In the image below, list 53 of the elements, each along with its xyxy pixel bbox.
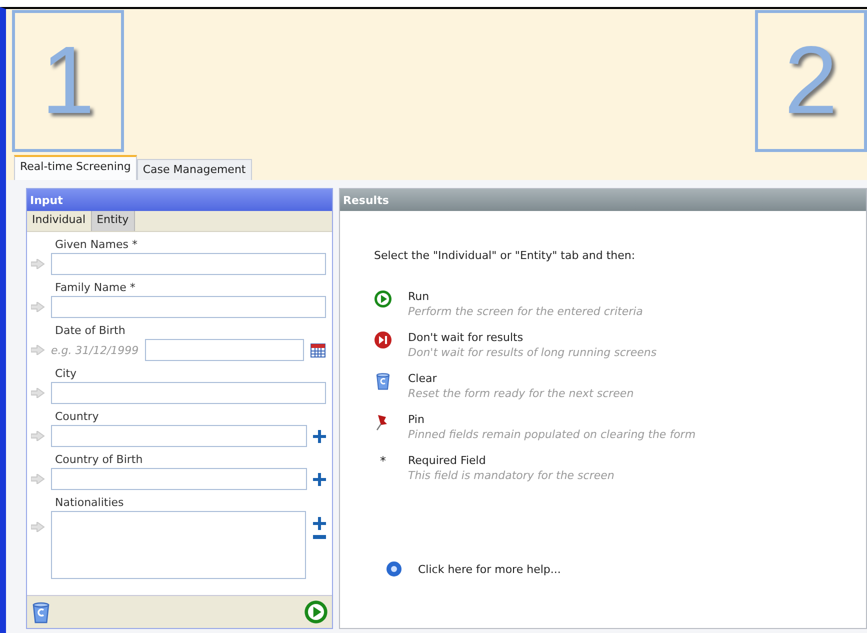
pin-arrow-icon[interactable] bbox=[31, 388, 45, 398]
remove-icon[interactable] bbox=[312, 535, 326, 539]
field-label: Date of Birth bbox=[54, 324, 126, 337]
field-label: Country of Birth bbox=[54, 453, 144, 466]
asterisk: * bbox=[380, 454, 386, 470]
pin-arrow-icon[interactable] bbox=[31, 259, 45, 269]
clear-button-icon[interactable] bbox=[31, 600, 51, 624]
add-icon[interactable] bbox=[313, 472, 326, 486]
legend-title: Required Field bbox=[408, 454, 487, 467]
field-label: Country bbox=[54, 410, 100, 423]
help-link[interactable]: Click here for more help... bbox=[418, 562, 561, 576]
legend-title: Clear bbox=[408, 372, 438, 385]
legend-description: Perform the screen for the entered criteria bbox=[408, 305, 643, 318]
legend-description: Don't wait for results of long running screens bbox=[408, 346, 657, 359]
tab[interactable]: Case Management bbox=[136, 159, 252, 180]
tab[interactable]: Real-time Screening bbox=[14, 155, 137, 180]
step-callout: 2 bbox=[755, 10, 867, 152]
field-label: Family Name * bbox=[54, 281, 136, 294]
add-icon[interactable] bbox=[312, 517, 326, 530]
pin-arrow-icon[interactable] bbox=[31, 431, 45, 441]
panel-title: Results bbox=[340, 189, 866, 211]
pin-arrow-icon[interactable] bbox=[31, 474, 45, 484]
legend-title: Pin bbox=[408, 413, 426, 426]
input-field[interactable] bbox=[51, 425, 307, 447]
legend-description: Pinned fields remain populated on clearing the form bbox=[408, 428, 696, 441]
calendar-icon[interactable] bbox=[310, 342, 326, 358]
skip-icon bbox=[374, 331, 392, 349]
run-icon bbox=[374, 290, 392, 308]
pin-arrow-icon[interactable] bbox=[31, 302, 45, 312]
clear-icon bbox=[375, 372, 391, 390]
input-field[interactable] bbox=[51, 382, 326, 404]
input-field[interactable] bbox=[51, 468, 307, 490]
pin-arrow-icon[interactable] bbox=[31, 522, 45, 532]
field-label: City bbox=[54, 367, 78, 380]
list-field[interactable] bbox=[51, 511, 306, 579]
legend-title: Don't wait for results bbox=[408, 331, 524, 344]
legend-description: Reset the form ready for the next screen bbox=[408, 387, 634, 400]
input-field[interactable] bbox=[51, 296, 326, 318]
intro-text: Select the "Individual" or "Entity" tab and then: bbox=[374, 249, 636, 262]
date-hint: e.g. 31/12/1999 bbox=[51, 344, 139, 356]
date-field[interactable] bbox=[144, 339, 304, 361]
add-icon[interactable] bbox=[313, 430, 326, 442]
field-label: Given Names * bbox=[54, 238, 139, 251]
panel-title: Input bbox=[27, 189, 332, 211]
input-field[interactable] bbox=[51, 253, 326, 275]
help-icon[interactable] bbox=[386, 561, 402, 577]
pin-arrow-icon[interactable] bbox=[31, 345, 45, 355]
field-label: Nationalities bbox=[54, 496, 125, 509]
step-callout: 1 bbox=[12, 10, 124, 152]
run-button-icon[interactable] bbox=[304, 600, 328, 624]
legend-title: Run bbox=[408, 290, 430, 303]
tab[interactable]: Entity bbox=[92, 211, 135, 231]
legend-description: This field is mandatory for the screen bbox=[408, 469, 614, 482]
